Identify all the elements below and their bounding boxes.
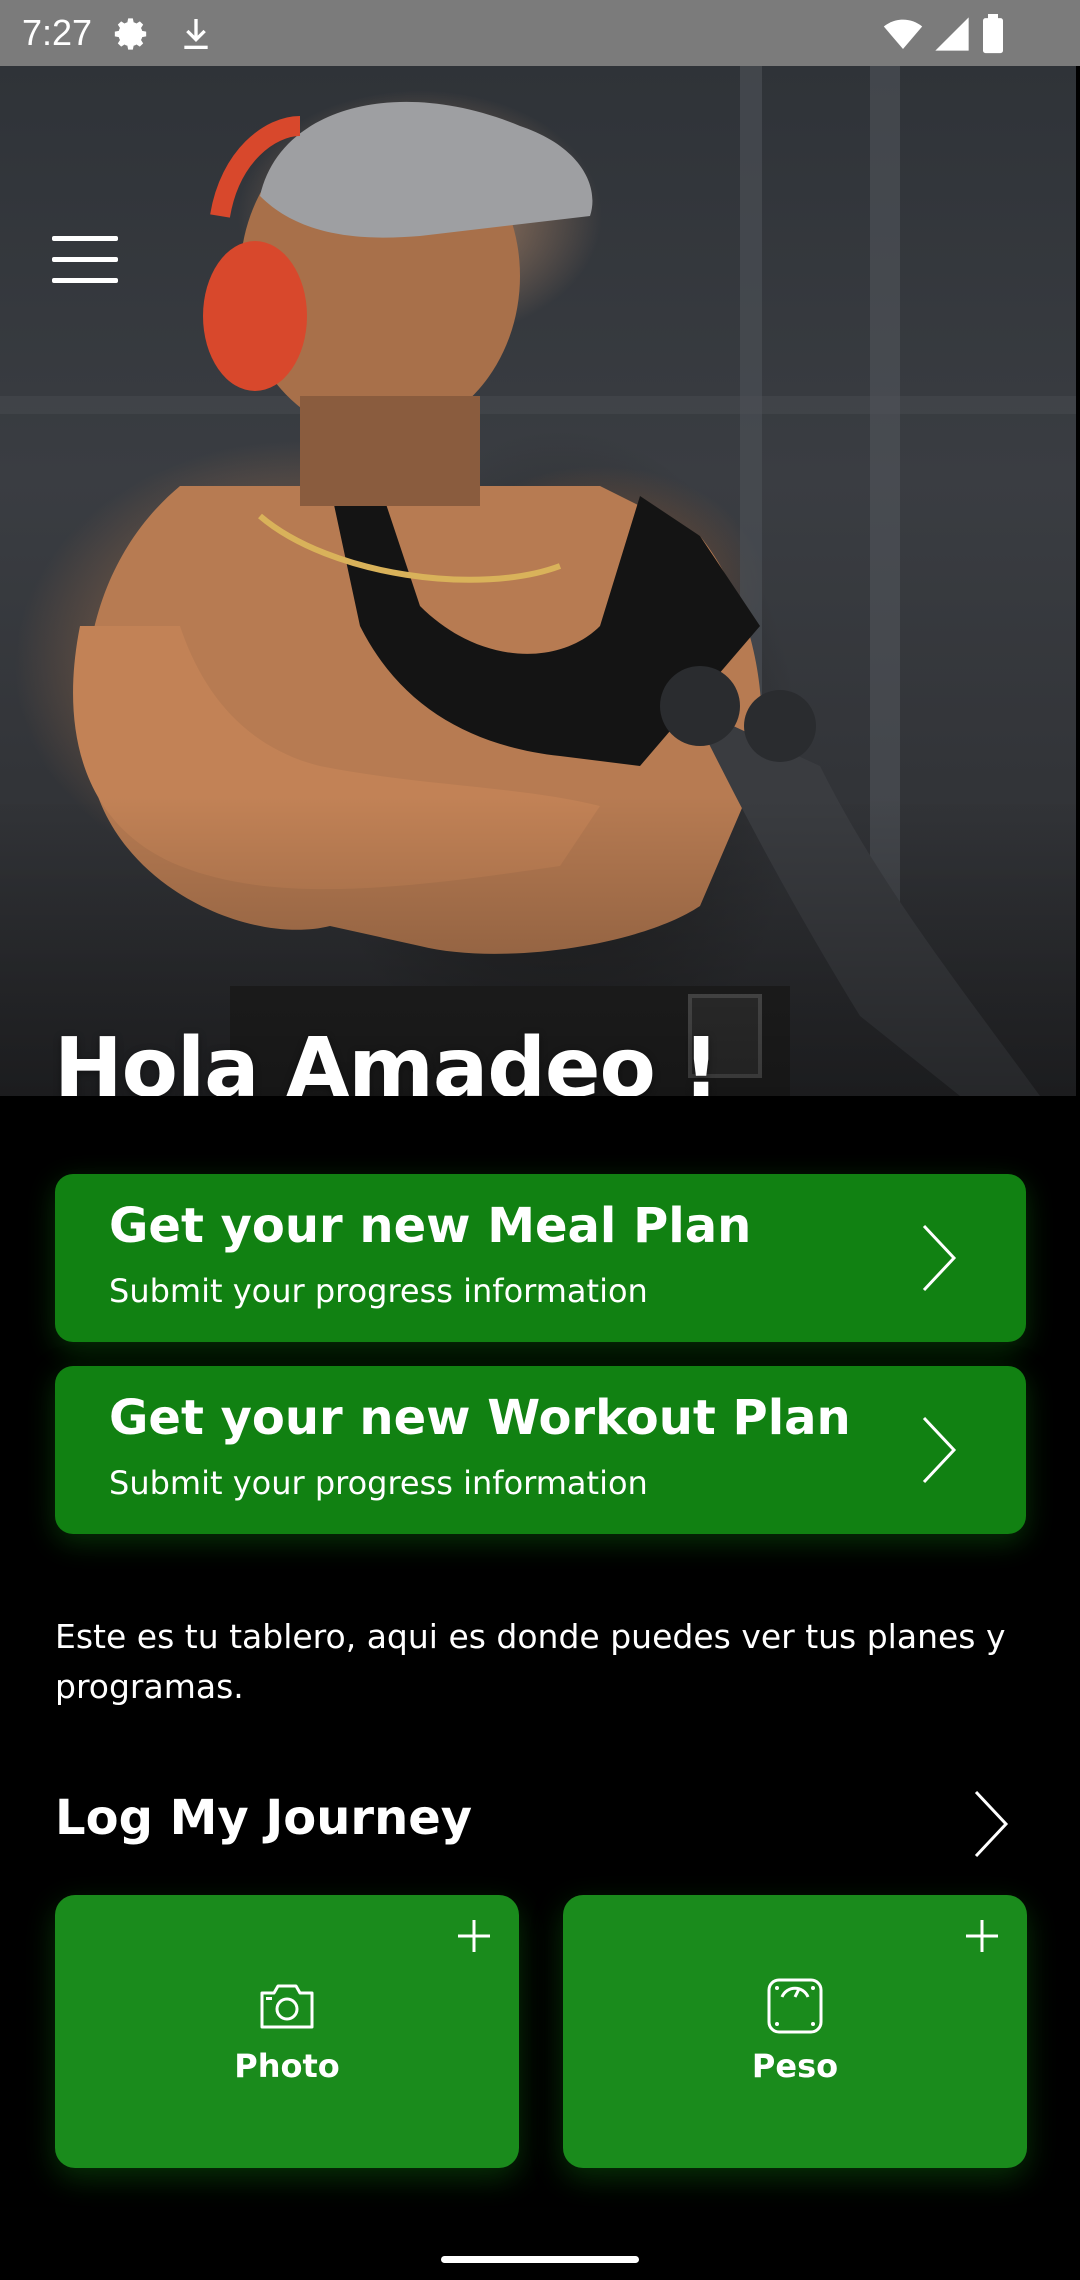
chevron-right-icon [922,1224,957,1292]
hero-image: Hola Amadeo ! [0,66,1076,1096]
greeting-title: Hola Amadeo ! [54,1021,720,1096]
tile-label: Peso [751,2047,839,2085]
meal-plan-card[interactable]: Get your new Meal Plan Submit your progr… [55,1174,1026,1342]
chevron-right-icon[interactable] [972,1788,1012,1860]
dashboard-description: Este es tu tablero, aqui es donde puedes… [55,1617,1006,1706]
download-icon [184,19,208,49]
plus-icon [458,1920,490,1952]
signal-icon [935,17,969,51]
menu-button[interactable] [52,234,122,286]
tile-label: Photo [234,2047,340,2085]
workout-plan-card[interactable]: Get your new Workout Plan Submit your pr… [55,1366,1026,1534]
plan-subtitle: Submit your progress information [109,1464,648,1502]
wifi-icon [883,19,923,49]
plan-subtitle: Submit your progress information [109,1272,648,1310]
camera-icon [260,1984,314,2029]
weight-tile[interactable]: Peso [563,1895,1027,2168]
plan-title: Get your new Meal Plan [109,1198,752,1254]
photo-tile[interactable]: Photo [55,1895,519,2168]
scale-icon [767,1978,823,2034]
battery-icon [983,14,1003,54]
plan-title: Get your new Workout Plan [109,1390,851,1446]
settings-icon [114,18,147,50]
section-title: Log My Journey [55,1790,473,1846]
home-indicator[interactable] [441,2256,639,2263]
status-bar: 7:27 [0,0,1080,66]
plus-icon [966,1920,998,1952]
chevron-right-icon [922,1416,957,1484]
status-time: 7:27 [22,12,93,53]
